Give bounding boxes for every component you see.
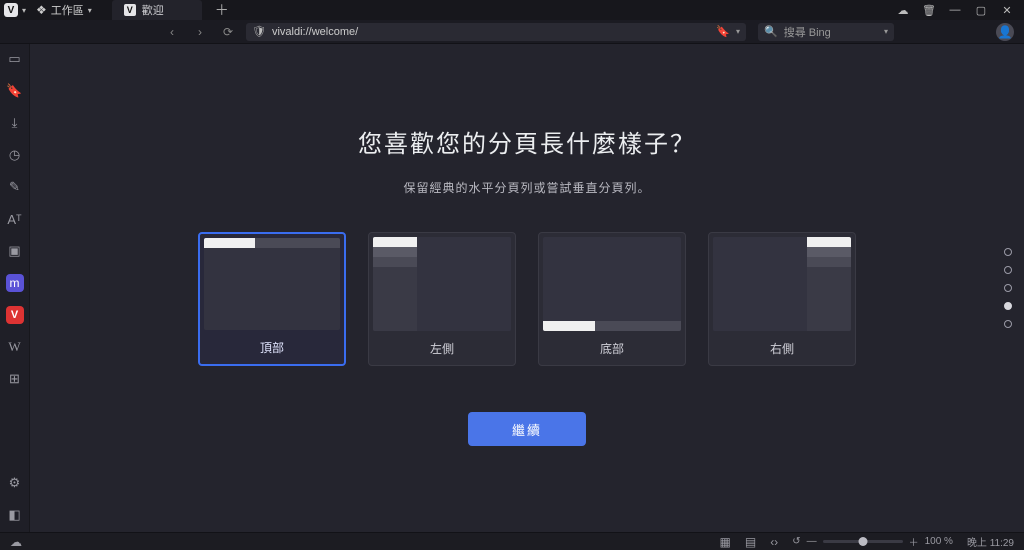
- nav-back-button[interactable]: ‹: [162, 22, 182, 42]
- page-actions-icon[interactable]: ‹›: [770, 535, 778, 549]
- tab-position-option-bottom[interactable]: 底部: [538, 232, 686, 366]
- preview-left: [373, 237, 511, 331]
- tab-position-option-top[interactable]: 頂部: [198, 232, 346, 366]
- status-bar: ☁ ▦ ▤ ‹› ↺ — ＋ 100 % 晚上 11:29: [0, 532, 1024, 550]
- nav-reload-button[interactable]: ⟳: [218, 22, 238, 42]
- window-minimize-button[interactable]: —: [942, 0, 968, 20]
- app-menu-caret-icon[interactable]: ▾: [22, 6, 26, 15]
- step-dot-4[interactable]: [1004, 302, 1012, 310]
- trash-icon[interactable]: 🗑: [916, 0, 942, 20]
- workspace-caret-icon: ▾: [88, 6, 92, 15]
- panel-mastodon-icon[interactable]: m: [6, 274, 24, 292]
- tab-title: 歡迎: [142, 2, 164, 18]
- welcome-step-indicator: [1004, 248, 1012, 328]
- zoom-reset-icon[interactable]: ↺: [792, 536, 800, 547]
- welcome-subtitle: 保留經典的水平分頁列或嘗試垂直分頁列。: [403, 179, 650, 196]
- panel-window-icon[interactable]: ▣: [3, 242, 27, 260]
- tab-position-options: 頂部 左側 底部: [198, 232, 856, 366]
- option-label-bottom: 底部: [539, 331, 685, 365]
- workspace-label: 工作區: [51, 2, 84, 18]
- images-toggle-icon[interactable]: ▤: [745, 535, 756, 549]
- option-label-right: 右側: [709, 331, 855, 365]
- zoom-slider[interactable]: [823, 540, 903, 543]
- zoom-label: 100 %: [925, 536, 953, 547]
- url-field[interactable]: 🛡 vivaldi://welcome/ 🔖 ▾: [246, 23, 746, 41]
- workspace-selector[interactable]: ❖ 工作區 ▾: [36, 2, 102, 18]
- preview-top: [204, 238, 340, 330]
- url-text: vivaldi://welcome/: [272, 26, 710, 38]
- workspace-icon: ❖: [36, 3, 47, 17]
- preview-right: [713, 237, 851, 331]
- search-placeholder: 搜尋 Bing: [784, 24, 831, 40]
- window-close-button[interactable]: ✕: [994, 0, 1020, 20]
- sync-status-icon[interactable]: ☁: [10, 535, 22, 549]
- welcome-content: 您喜歡您的分頁長什麼樣子？ 保留經典的水平分頁列或嘗試垂直分頁列。 頂部 左側: [30, 44, 1024, 532]
- option-label-left: 左側: [369, 331, 515, 365]
- title-bar: V ▾ ❖ 工作區 ▾ V 歡迎 ＋ ☁ 🗑 — ▢ ✕: [0, 0, 1024, 20]
- panel-wikipedia-icon[interactable]: W: [3, 338, 27, 356]
- url-dropdown-icon[interactable]: ▾: [736, 27, 740, 36]
- search-engine-dropdown-icon[interactable]: ▾: [884, 27, 888, 36]
- tiling-icon[interactable]: ▦: [720, 535, 731, 549]
- step-dot-5[interactable]: [1004, 320, 1012, 328]
- panel-toggle-icon[interactable]: ◧: [3, 506, 27, 524]
- address-bar: ‹ › ⟳ 🛡 vivaldi://welcome/ 🔖 ▾ 🔍 搜尋 Bing…: [0, 20, 1024, 44]
- tab-favicon-icon: V: [124, 4, 136, 16]
- step-dot-1[interactable]: [1004, 248, 1012, 256]
- tab-position-option-left[interactable]: 左側: [368, 232, 516, 366]
- bookmark-icon[interactable]: 🔖: [716, 25, 730, 38]
- welcome-question: 您喜歡您的分頁長什麼樣子？: [358, 124, 696, 159]
- cloud-sync-icon[interactable]: ☁: [890, 0, 916, 20]
- nav-forward-button[interactable]: ›: [190, 22, 210, 42]
- tab-position-option-right[interactable]: 右側: [708, 232, 856, 366]
- new-tab-button[interactable]: ＋: [212, 0, 232, 20]
- profile-avatar[interactable]: 👤: [996, 23, 1014, 41]
- browser-tab[interactable]: V 歡迎: [112, 0, 202, 20]
- panel-reading-list-icon[interactable]: 🔖: [3, 82, 27, 100]
- zoom-control[interactable]: ↺ — ＋ 100 %: [792, 534, 953, 549]
- continue-button[interactable]: 繼續: [468, 412, 586, 446]
- step-dot-2[interactable]: [1004, 266, 1012, 274]
- settings-icon[interactable]: ⚙: [3, 474, 27, 492]
- option-label-top: 頂部: [200, 330, 344, 364]
- panel-vivaldi-icon[interactable]: V: [6, 306, 24, 324]
- preview-bottom: [543, 237, 681, 331]
- panel-translate-icon[interactable]: Aᵀ: [3, 210, 27, 228]
- panel-downloads-icon[interactable]: ⤓: [3, 114, 27, 132]
- status-clock[interactable]: 晚上 11:29: [967, 534, 1014, 549]
- window-maximize-button[interactable]: ▢: [968, 0, 994, 20]
- search-icon: 🔍: [764, 25, 778, 38]
- shield-icon: 🛡: [252, 25, 266, 38]
- side-panel: ▭ 🔖 ⤓ ◷ ✎ Aᵀ ▣ m V W ⊞ ⚙ ◧: [0, 44, 30, 532]
- vivaldi-logo-icon[interactable]: V: [4, 3, 18, 17]
- panel-notes-icon[interactable]: ✎: [3, 178, 27, 196]
- panel-history-icon[interactable]: ◷: [3, 146, 27, 164]
- panel-add-icon[interactable]: ⊞: [3, 370, 27, 388]
- panel-bookmarks-icon[interactable]: ▭: [3, 50, 27, 68]
- search-field[interactable]: 🔍 搜尋 Bing ▾: [758, 23, 894, 41]
- step-dot-3[interactable]: [1004, 284, 1012, 292]
